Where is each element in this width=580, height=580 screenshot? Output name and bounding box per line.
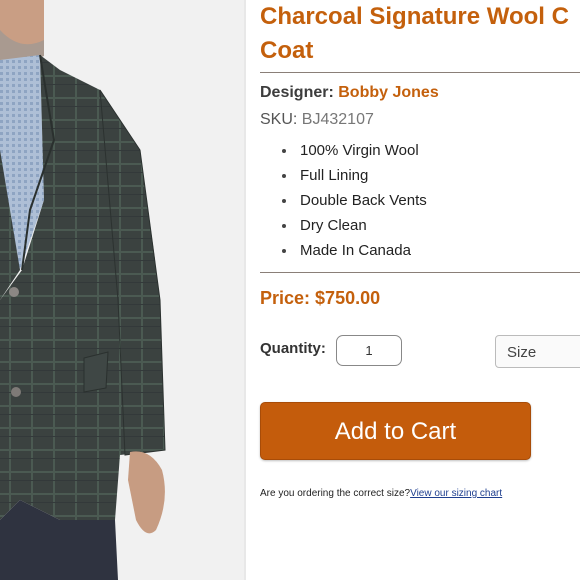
feature-item: Dry Clean [282, 213, 427, 238]
product-title: Charcoal Signature Wool C Coat [260, 3, 569, 64]
model-photo [0, 0, 244, 580]
quantity-input[interactable] [336, 335, 402, 366]
price-label: Price: [260, 288, 311, 308]
size-select-value: Size [507, 344, 537, 361]
feature-item: Double Back Vents [282, 188, 427, 213]
product-image [0, 0, 244, 580]
quantity-label: Quantity: [260, 340, 326, 357]
sizing-chart-link[interactable]: View our sizing chart [410, 488, 502, 499]
sizing-note: Are you ordering the correct size?View o… [260, 488, 502, 499]
add-to-cart-button[interactable]: Add to Cart [260, 402, 531, 460]
feature-item: 100% Virgin Wool [282, 138, 427, 163]
price-line: Price: $750.00 [260, 288, 380, 309]
image-divider [244, 0, 246, 580]
size-select[interactable]: Size [495, 335, 580, 368]
feature-item: Made In Canada [282, 238, 427, 263]
price-value: $750.00 [315, 288, 381, 308]
features-divider [260, 272, 580, 273]
designer-label: Designer: [260, 84, 334, 101]
sizing-question: Are you ordering the correct size? [260, 488, 411, 499]
sku-value: BJ432107 [301, 111, 374, 128]
feature-item: Full Lining [282, 163, 427, 188]
sku-label: SKU: [260, 111, 298, 128]
sku-line: SKU: BJ432107 [260, 111, 374, 129]
title-divider [260, 72, 580, 73]
designer-line: Designer: Bobby Jones [260, 84, 439, 102]
designer-name[interactable]: Bobby Jones [338, 84, 438, 101]
feature-list: 100% Virgin Wool Full Lining Double Back… [282, 138, 427, 263]
